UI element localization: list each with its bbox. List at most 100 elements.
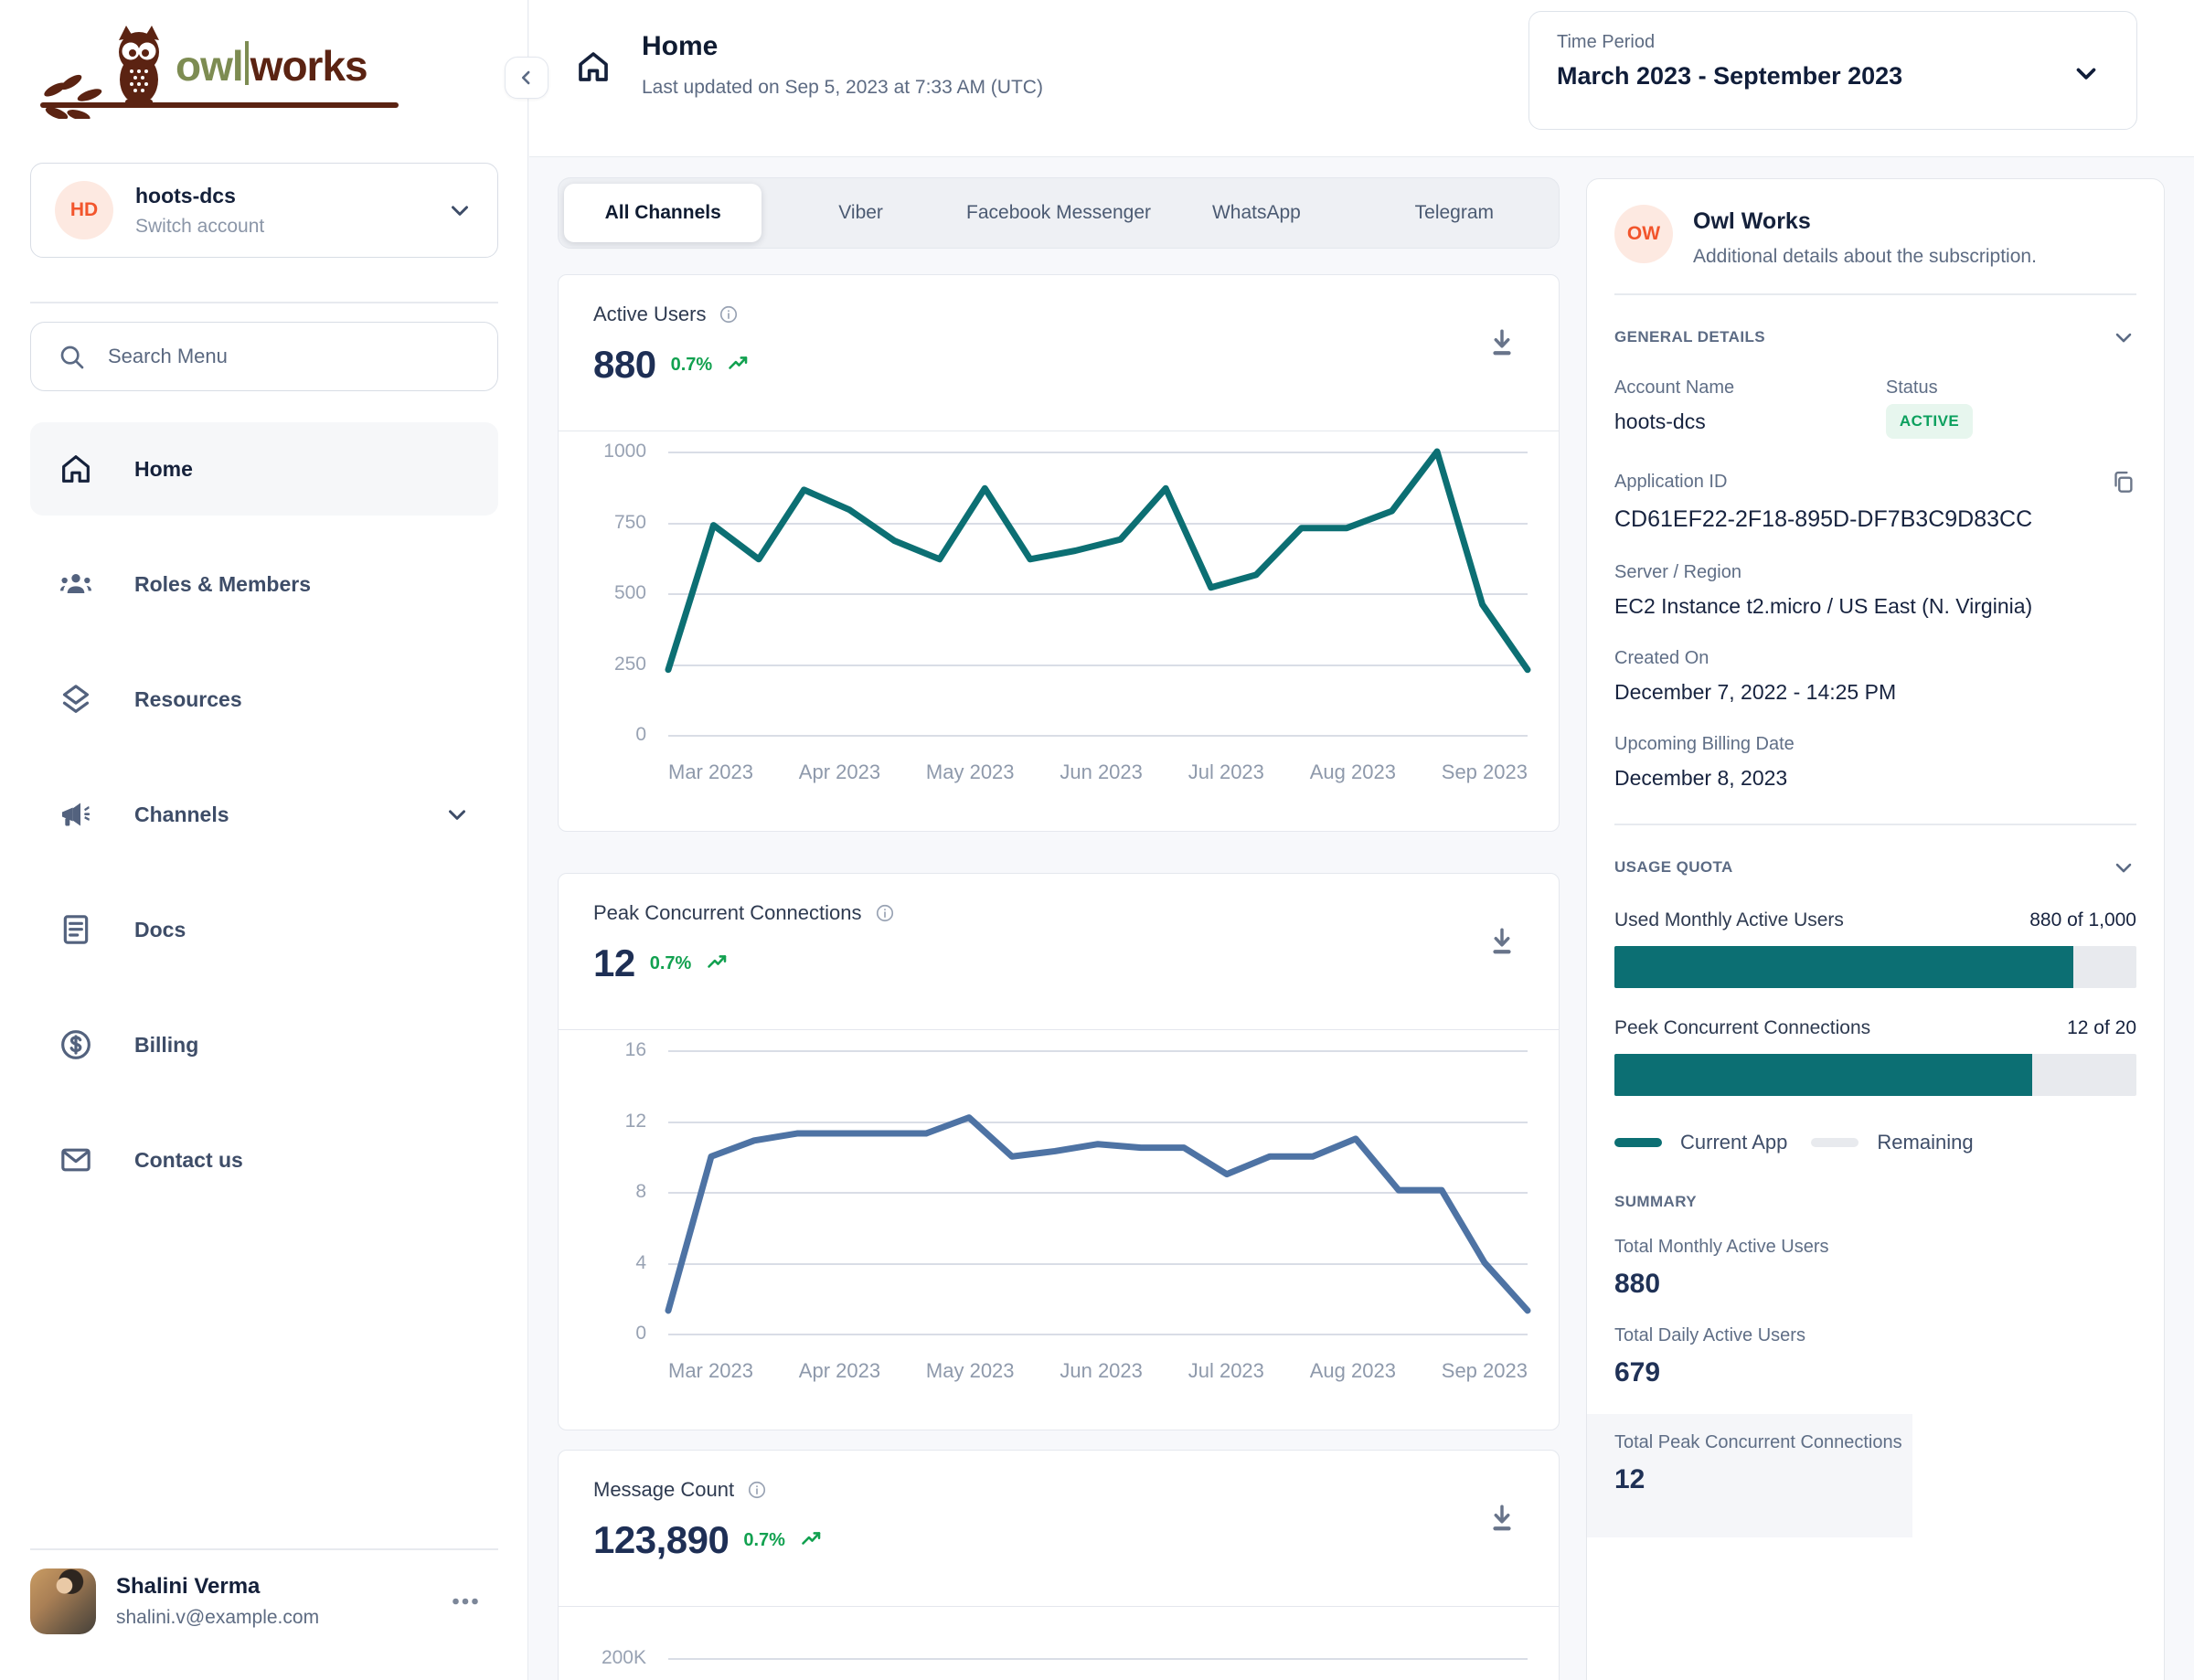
tab-viber[interactable]: Viber — [762, 184, 959, 242]
account-avatar: HD — [55, 181, 113, 239]
download-icon[interactable] — [1486, 1502, 1518, 1535]
created-on-value: December 7, 2022 - 14:25 PM — [1614, 680, 2136, 705]
copy-icon[interactable] — [2109, 468, 2136, 495]
x-tick-label: Jun 2023 — [1060, 1359, 1143, 1383]
x-tick-label: May 2023 — [926, 760, 1015, 784]
user-name: Shalini Verma — [116, 1574, 319, 1600]
info-icon[interactable] — [747, 1480, 767, 1500]
account-name: hoots-dcs — [135, 184, 264, 208]
metric-value: 12 — [593, 941, 635, 985]
server-region-label: Server / Region — [1614, 562, 2136, 583]
trending-up-icon — [706, 951, 731, 976]
section-title: GENERAL DETAILS — [1614, 328, 1765, 346]
account-switcher[interactable]: HD hoots-dcs Switch account — [30, 163, 498, 258]
sidebar-item-contact-us[interactable]: Contact us — [30, 1113, 498, 1207]
y-tick-label: 0 — [593, 1323, 646, 1345]
summary-item: Total Daily Active Users 679 — [1614, 1325, 2136, 1388]
sidebar-item-channels[interactable]: Channels — [30, 768, 498, 861]
tab-label: WhatsApp — [1212, 202, 1301, 224]
switch-account-label: Switch account — [135, 216, 264, 238]
dollar-icon — [58, 1026, 94, 1063]
trending-up-icon — [800, 1527, 825, 1553]
layers-icon — [58, 681, 94, 718]
sidebar: owlworks HD hoots-dcs Switch account — [0, 0, 528, 1680]
more-options-icon[interactable] — [449, 1585, 482, 1618]
summary-value: 12 — [1614, 1464, 1912, 1495]
search-field[interactable] — [106, 344, 472, 369]
legend-swatch-current-app — [1614, 1138, 1662, 1147]
info-icon[interactable] — [719, 304, 739, 324]
account-name-value: hoots-dcs — [1614, 409, 1886, 434]
metric-value: 880 — [593, 343, 656, 387]
time-period-select[interactable]: Time Period March 2023 - September 2023 — [1528, 11, 2137, 130]
brand-wordmark: owlworks — [176, 37, 367, 90]
sidebar-item-home[interactable]: Home — [30, 422, 498, 516]
y-tick-label: 750 — [593, 512, 646, 534]
y-tick-label: 500 — [593, 582, 646, 604]
tab-telegram[interactable]: Telegram — [1356, 184, 1553, 242]
user-profile[interactable]: Shalini Verma shalini.v@example.com — [30, 1568, 498, 1634]
progress-bar — [1614, 1054, 2136, 1096]
x-tick-label: Aug 2023 — [1310, 760, 1396, 784]
brand-logo[interactable]: owlworks — [40, 24, 413, 122]
org-header: OW Owl Works Additional details about th… — [1614, 205, 2136, 295]
sidebar-item-label: Resources — [134, 687, 242, 712]
search-menu-input[interactable] — [30, 322, 498, 391]
card-divider — [559, 1029, 1559, 1030]
sidebar-item-billing[interactable]: Billing — [30, 998, 498, 1091]
metric-delta: 0.7% — [650, 953, 692, 974]
active-users-chart: 1000 750 500 250 0 Mar 2023 Apr 2023 May… — [593, 452, 1528, 735]
tab-label: Telegram — [1415, 202, 1494, 224]
y-tick-label: 4 — [593, 1252, 646, 1274]
x-tick-label: May 2023 — [926, 1359, 1015, 1383]
tab-facebook-messenger[interactable]: Facebook Messenger — [960, 184, 1157, 242]
chart-plot-area — [668, 452, 1528, 735]
sidebar-item-label: Billing — [134, 1033, 198, 1058]
user-avatar — [30, 1568, 96, 1634]
sidebar-item-roles-members[interactable]: Roles & Members — [30, 537, 498, 631]
info-icon[interactable] — [875, 903, 895, 923]
legend-label: Remaining — [1877, 1131, 1973, 1154]
sidebar-item-resources[interactable]: Resources — [30, 653, 498, 746]
tab-all-channels[interactable]: All Channels — [564, 184, 762, 242]
sidebar-item-label: Roles & Members — [134, 572, 311, 597]
card-title: Active Users — [593, 303, 706, 326]
chart-plot-area — [668, 1627, 1528, 1680]
gridline — [668, 735, 1528, 737]
tab-label: Viber — [838, 202, 883, 224]
x-axis-labels: Mar 2023 Apr 2023 May 2023 Jun 2023 Jul … — [668, 1359, 1528, 1383]
page-title: Home — [642, 31, 718, 62]
x-tick-label: Sep 2023 — [1442, 760, 1528, 784]
download-icon[interactable] — [1486, 925, 1518, 958]
general-details-header[interactable]: GENERAL DETAILS — [1614, 324, 2136, 350]
active-users-card: Active Users 880 0.7% 1000 — [558, 274, 1560, 832]
billing-date-value: December 8, 2023 — [1614, 766, 2136, 791]
wordmark-divider — [245, 41, 249, 85]
sidebar-collapse-button[interactable] — [505, 57, 548, 99]
sidebar-item-docs[interactable]: Docs — [30, 883, 498, 976]
legend-label: Current App — [1680, 1131, 1787, 1154]
status-badge: ACTIVE — [1886, 404, 1973, 439]
x-tick-label: Apr 2023 — [799, 760, 880, 784]
document-icon — [58, 911, 94, 948]
x-tick-label: Jul 2023 — [1188, 760, 1264, 784]
usage-quota-header[interactable]: USAGE QUOTA — [1614, 855, 2136, 880]
chevron-down-icon — [2111, 855, 2136, 880]
sidebar-item-label: Docs — [134, 918, 186, 942]
subscription-panel: OW Owl Works Additional details about th… — [1586, 178, 2165, 1680]
peak-connections-chart: 16 12 8 4 0 Mar 2023 Apr 2023 May 2023 J… — [593, 1050, 1528, 1334]
download-icon[interactable] — [1486, 326, 1518, 359]
section-title: SUMMARY — [1614, 1193, 1697, 1211]
gridline — [668, 1658, 1528, 1660]
chevron-down-icon — [2111, 324, 2136, 350]
chevron-down-icon — [446, 197, 474, 224]
card-divider — [559, 1606, 1559, 1607]
summary-value: 880 — [1614, 1269, 2136, 1300]
org-avatar: OW — [1614, 205, 1673, 263]
y-tick-label: 1000 — [593, 441, 646, 463]
app-root: owlworks HD hoots-dcs Switch account — [0, 0, 2194, 1680]
y-tick-label: 0 — [593, 724, 646, 746]
message-count-chart: 200K — [593, 1627, 1528, 1680]
tab-whatsapp[interactable]: WhatsApp — [1157, 184, 1355, 242]
y-tick-label: 8 — [593, 1181, 646, 1203]
